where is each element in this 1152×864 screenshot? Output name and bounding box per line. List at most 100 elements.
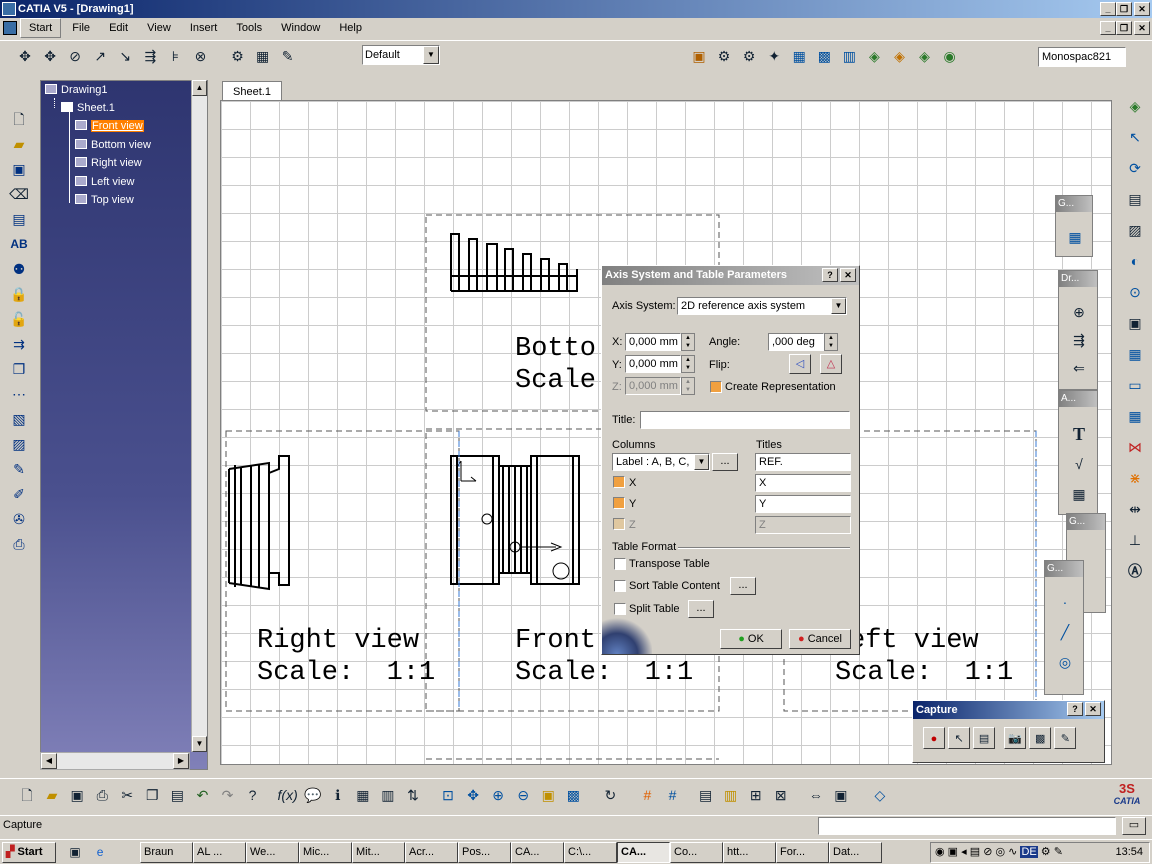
new-file-icon[interactable]: 🗋 [16, 784, 38, 806]
style-select[interactable]: Default ▼ [362, 45, 440, 65]
3d-icon[interactable]: ◇ [869, 784, 891, 806]
text-ab-icon[interactable]: AB [8, 233, 30, 255]
tray-icon[interactable]: ✎ [1054, 846, 1063, 858]
people-icon[interactable]: ⚉ [8, 258, 30, 280]
print-file-icon[interactable]: ⎙ [91, 784, 113, 806]
menu-insert[interactable]: Insert [182, 18, 226, 38]
angle-field[interactable]: ,000 deg [768, 333, 824, 351]
menu-tools[interactable]: Tools [228, 18, 270, 38]
flip-horizontal-button[interactable]: ◁ [789, 354, 811, 374]
detail-sheet-icon[interactable]: ◈ [914, 45, 936, 67]
angle-spinner[interactable]: ▲ ▼ [824, 333, 838, 351]
sheet-icon[interactable]: ◈ [863, 45, 885, 67]
tree-item-top-view[interactable]: Top view [75, 194, 134, 206]
eraser-icon[interactable]: ⌫ [8, 183, 30, 205]
task-button[interactable]: We... [246, 842, 299, 863]
circle-icon[interactable]: ◎ [1054, 651, 1076, 673]
section-icon[interactable]: ⊙ [1124, 281, 1146, 303]
measure-icon[interactable]: ⇹ [1124, 498, 1146, 520]
edit-capture-icon[interactable]: ✎ [1054, 727, 1077, 749]
tree-root[interactable]: Drawing1 [45, 84, 107, 96]
zoom-in-icon[interactable]: ⊕ [487, 784, 509, 806]
frame-icon[interactable]: ▧ [8, 408, 30, 430]
link-icon[interactable]: ⇉ [8, 333, 30, 355]
grid-icon[interactable]: ▦ [1124, 405, 1146, 427]
whats-this-icon[interactable]: ? [242, 784, 264, 806]
album-icon[interactable]: ▩ [1029, 727, 1052, 749]
table-insert-icon[interactable]: ▦ [1068, 483, 1090, 505]
ie-icon[interactable]: e [89, 843, 111, 861]
menu-edit[interactable]: Edit [101, 18, 136, 38]
tab-sheet-1[interactable]: Sheet.1 [222, 81, 282, 102]
menu-help[interactable]: Help [331, 18, 370, 38]
layer-icon[interactable]: ▥ [377, 784, 399, 806]
building-icon[interactable]: ▥ [838, 45, 860, 67]
gear-icon[interactable]: ⚙ [713, 45, 735, 67]
volume-icon[interactable]: ◂ [961, 846, 967, 858]
tray-icon[interactable]: ∿ [1008, 846, 1017, 858]
task-button[interactable]: htt... [723, 842, 776, 863]
hatch-icon[interactable]: ⇶ [1068, 329, 1090, 351]
dimension-icon[interactable]: ⊧ [164, 45, 186, 67]
sort-table-more-button[interactable]: ... [730, 577, 756, 595]
task-button[interactable]: CA... [511, 842, 564, 863]
columns-more-button[interactable]: ... [712, 453, 738, 471]
save-icon[interactable]: ▣ [8, 158, 30, 180]
print-icon[interactable]: ⎙ [8, 533, 30, 555]
cosmetic-icon[interactable]: ▥ [720, 784, 742, 806]
help-button[interactable]: ? [822, 268, 838, 282]
open-file-icon[interactable]: ▰ [41, 784, 63, 806]
axis-icon[interactable]: ⊥ [1124, 529, 1146, 551]
filter-display-icon[interactable]: ⊠ [770, 784, 792, 806]
sheet-tools-icon[interactable]: ▦ [1064, 226, 1086, 248]
menu-start[interactable]: Start [20, 18, 62, 38]
doc-restore-button[interactable]: ❐ [1116, 21, 1132, 35]
select-capture-icon[interactable]: ↖ [948, 727, 971, 749]
tree-item-front-view[interactable]: Front view [75, 120, 144, 132]
task-button[interactable]: Dat... [829, 842, 882, 863]
refresh-icon[interactable]: ↻ [599, 784, 621, 806]
analysis-display-icon[interactable]: ▤ [695, 784, 717, 806]
camera-icon[interactable]: 📷 [1004, 727, 1027, 749]
menu-window[interactable]: Window [273, 18, 328, 38]
minimize-button[interactable]: _ [1100, 2, 1116, 16]
undo-icon[interactable]: ↶ [191, 784, 213, 806]
brush-icon[interactable]: ✐ [8, 483, 30, 505]
zoom-out-icon[interactable]: ⊖ [512, 784, 534, 806]
copy-file-icon[interactable]: ❐ [141, 784, 163, 806]
cancel-button[interactable]: ● Cancel [789, 629, 851, 649]
dialog-close-button[interactable]: ✕ [840, 268, 856, 282]
column-x-checkbox[interactable] [613, 476, 625, 488]
dress-up-icon[interactable]: ⋇ [1124, 467, 1146, 489]
scroll-left-button[interactable]: ◀ [41, 753, 57, 769]
fit-all-icon[interactable]: ✥ [39, 45, 61, 67]
paste-icon[interactable]: ▤ [166, 784, 188, 806]
catalog-icon[interactable]: ▣ [688, 45, 710, 67]
tree-icon[interactable]: ▦ [788, 45, 810, 67]
comment-icon[interactable]: 💬 [302, 784, 324, 806]
point-icon[interactable]: · [1054, 591, 1076, 613]
connect-icon[interactable]: ⋯ [8, 383, 30, 405]
scroll-up-button[interactable]: ▲ [192, 80, 207, 96]
task-button[interactable]: Pos... [458, 842, 511, 863]
task-button[interactable]: Braun [140, 842, 193, 863]
select-arrow-icon[interactable]: ↖ [1124, 126, 1146, 148]
line-icon[interactable]: ↘ [114, 45, 136, 67]
workbench-icon[interactable]: ◈ [1124, 95, 1146, 117]
menu-file[interactable]: File [64, 18, 98, 38]
restore-button[interactable]: ❐ [1116, 2, 1132, 16]
scroll-right-button[interactable]: ▶ [173, 753, 189, 769]
move-icon[interactable]: ✥ [14, 45, 36, 67]
analyze-icon[interactable]: ⚙ [227, 45, 249, 67]
compass-icon[interactable]: ✦ [763, 45, 785, 67]
rectangle-icon[interactable]: ▭ [1124, 374, 1146, 396]
title-y-field[interactable]: Y [755, 495, 851, 513]
distance-icon[interactable]: ⇔ [805, 784, 827, 806]
normal-view-icon[interactable]: ▩ [562, 784, 584, 806]
arrow-icon[interactable]: ↗ [89, 45, 111, 67]
task-button[interactable]: AL ... [193, 842, 246, 863]
capture-help-button[interactable]: ? [1067, 702, 1083, 716]
tools-icon[interactable]: ▣ [830, 784, 852, 806]
sort-table-checkbox[interactable] [614, 580, 626, 592]
start-button[interactable]: ▞ Start [2, 842, 56, 863]
